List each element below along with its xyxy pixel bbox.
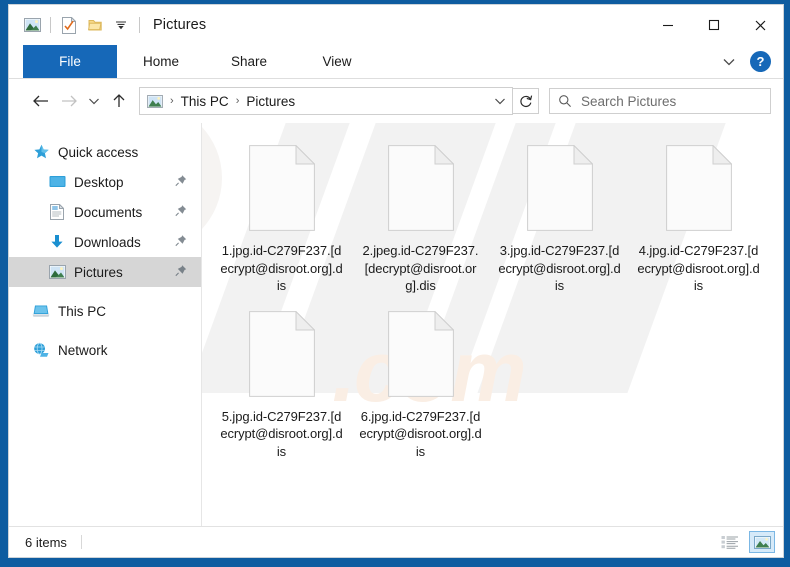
back-arrow-icon[interactable] [27, 87, 55, 115]
list-item[interactable]: 6.jpg.id-C279F237.[decrypt@disroot.org].… [351, 303, 490, 461]
window-controls [645, 5, 783, 45]
list-item[interactable]: 1.jpg.id-C279F237.[decrypt@disroot.org].… [212, 137, 351, 295]
file-name: 2.jpeg.id-C279F237.[decrypt@disroot.org]… [362, 243, 479, 293]
file-name: 1.jpg.id-C279F237.[decrypt@disroot.org].… [220, 243, 343, 293]
title-bar: Pictures [9, 5, 783, 45]
pin-icon[interactable] [175, 205, 187, 220]
desktop-icon [47, 173, 67, 191]
pin-icon[interactable] [175, 175, 187, 190]
list-item[interactable]: 4.jpg.id-C279F237.[decrypt@disroot.org].… [629, 137, 768, 295]
search-icon [558, 94, 572, 108]
network-icon [31, 341, 51, 359]
sidebar-label-pictures: Pictures [74, 264, 123, 280]
search-placeholder: Search Pictures [581, 93, 677, 109]
explorer-body: Quick access Desktop Documents Downloads… [9, 123, 783, 526]
status-divider [80, 535, 82, 549]
breadcrumb-item-pictures[interactable]: Pictures [246, 94, 295, 109]
forward-arrow-icon [55, 87, 83, 115]
file-name: 3.jpg.id-C279F237.[decrypt@disroot.org].… [498, 243, 621, 293]
documents-icon [47, 203, 67, 221]
downloads-icon [47, 233, 67, 251]
refresh-icon[interactable] [513, 88, 539, 114]
window-title: Pictures [153, 17, 207, 33]
sidebar-label-quick-access: Quick access [58, 144, 139, 160]
navigation-pane: Quick access Desktop Documents Downloads… [9, 123, 202, 526]
sidebar-gap-2 [9, 326, 201, 335]
file-list-area[interactable]: risk .com 1.jpg.id-C279F237.[decrypt@dis… [202, 123, 783, 526]
item-count: 6 items [25, 534, 67, 550]
tab-home[interactable]: Home [117, 45, 205, 78]
maximize-button[interactable] [691, 5, 737, 45]
star-icon [31, 143, 51, 161]
breadcrumb-dropdown-icon[interactable] [488, 89, 512, 113]
pictures-icon[interactable] [19, 12, 45, 38]
blank-document-icon [387, 310, 454, 397]
sidebar-label-this-pc: This PC [58, 303, 107, 319]
sidebar-item-this-pc[interactable]: This PC [9, 296, 201, 326]
sidebar-gap-1 [9, 287, 201, 296]
sidebar-item-desktop[interactable]: Desktop [9, 167, 201, 197]
details-view-icon[interactable] [717, 531, 743, 553]
blank-document-icon [387, 145, 454, 231]
breadcrumb-separator-1: › [170, 95, 174, 107]
tab-view[interactable]: View [293, 45, 381, 78]
new-folder-icon[interactable] [82, 12, 108, 38]
toolbar-divider [50, 17, 51, 33]
list-item[interactable]: 3.jpg.id-C279F237.[decrypt@disroot.org].… [490, 137, 629, 295]
tab-share[interactable]: Share [205, 45, 293, 78]
tab-file[interactable]: File [23, 45, 117, 78]
status-bar: 6 items [9, 526, 783, 557]
sidebar-label-documents: Documents [74, 204, 143, 220]
help-button[interactable]: ? [750, 51, 771, 72]
sidebar-item-network[interactable]: Network [9, 335, 201, 365]
breadcrumb-separator-2: › [235, 95, 240, 107]
customize-dropdown-icon[interactable] [108, 12, 134, 38]
sidebar-label-network: Network [58, 342, 108, 358]
file-name: 4.jpg.id-C279F237.[decrypt@disroot.org].… [637, 243, 760, 293]
ribbon-tab-bar: File Home Share View ? [9, 45, 783, 79]
sidebar-item-pictures[interactable]: Pictures [9, 257, 201, 287]
blank-document-icon [526, 145, 593, 231]
file-name: 5.jpg.id-C279F237.[decrypt@disroot.org].… [220, 408, 343, 459]
quick-access-toolbar: Pictures [9, 5, 206, 45]
sidebar-label-desktop: Desktop [74, 174, 124, 190]
toolbar-divider-2 [139, 17, 140, 33]
chevron-down-icon[interactable] [716, 49, 742, 75]
blank-document-icon [248, 145, 315, 231]
minimize-button[interactable] [645, 5, 691, 45]
view-mode-buttons [717, 531, 775, 553]
pictures-icon [47, 263, 67, 281]
sidebar-item-quick-access[interactable]: Quick access [9, 137, 201, 167]
properties-icon[interactable] [56, 12, 82, 38]
this-pc-icon [31, 302, 51, 320]
address-bar: › This PC › Pictures Search Pictures [9, 79, 783, 123]
recent-locations-icon[interactable] [83, 87, 105, 115]
breadcrumb-item-this-pc[interactable]: This PC [181, 94, 229, 109]
list-item[interactable]: 5.jpg.id-C279F237.[decrypt@disroot.org].… [212, 303, 351, 461]
ribbon-controls: ? [716, 45, 777, 78]
file-name: 6.jpg.id-C279F237.[decrypt@disroot.org].… [359, 408, 482, 459]
sidebar-item-documents[interactable]: Documents [9, 197, 201, 227]
close-button[interactable] [737, 5, 783, 45]
breadcrumb[interactable]: › This PC › Pictures [139, 87, 513, 115]
list-item[interactable]: 2.jpeg.id-C279F237.[decrypt@disroot.org]… [351, 137, 490, 295]
blank-document-icon [248, 310, 315, 397]
pin-icon[interactable] [175, 265, 187, 280]
desktop-background: Pictures File Home Share View ? › This P… [0, 0, 790, 567]
up-arrow-icon[interactable] [105, 87, 133, 115]
sidebar-label-downloads: Downloads [74, 234, 141, 250]
sidebar-item-downloads[interactable]: Downloads [9, 227, 201, 257]
large-icons-view-icon[interactable] [749, 531, 775, 553]
search-input[interactable]: Search Pictures [549, 88, 771, 114]
blank-document-icon [665, 145, 732, 231]
file-grid: 1.jpg.id-C279F237.[decrypt@disroot.org].… [202, 123, 783, 468]
breadcrumb-pictures-icon [147, 94, 163, 108]
file-explorer-window: Pictures File Home Share View ? › This P… [8, 4, 784, 558]
pin-icon[interactable] [175, 235, 187, 250]
